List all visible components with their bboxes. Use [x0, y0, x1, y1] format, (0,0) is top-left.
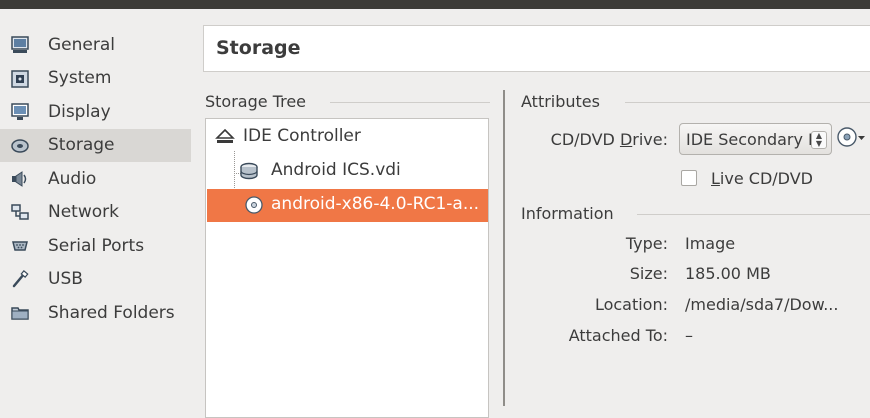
cd-drive-value: IDE Secondary Master [686, 130, 814, 149]
nav-item-label: Display [48, 101, 111, 122]
nav-item-label: Storage [48, 135, 115, 156]
hard-disk-icon [240, 162, 258, 180]
serial-port-icon [12, 241, 28, 251]
chip-icon [11, 69, 29, 88]
nav-item-storage[interactable]: Storage [0, 128, 191, 162]
nav-item-label: Network [48, 202, 119, 223]
tree-item-label: android-x86-4.0-RC1-a... [271, 194, 480, 214]
info-attached-value: – [685, 326, 693, 345]
folder-icon [11, 307, 29, 320]
storage-tree-title: Storage Tree [205, 92, 307, 111]
tree-item-vdi[interactable]: Android ICS.vdi [207, 155, 488, 188]
spin-arrows-icon: ▲ ▼ [811, 131, 827, 149]
controller-icon [215, 128, 235, 143]
information-title: Information [521, 204, 614, 223]
choose-disc-button[interactable] [836, 124, 866, 152]
nav-item-label: General [48, 34, 115, 55]
nav-item-network[interactable]: Network [0, 196, 191, 230]
usb-icon [12, 269, 29, 287]
group-divider [637, 214, 870, 215]
live-cd-checkbox[interactable] [681, 170, 697, 186]
optical-disc-icon [245, 196, 263, 214]
panel-splitter[interactable] [503, 90, 505, 406]
nav-item-display[interactable]: Display [0, 95, 191, 129]
nav-item-label: Shared Folders [48, 302, 175, 323]
info-type-value: Image [685, 234, 736, 253]
tree-item-label: Android ICS.vdi [271, 160, 401, 180]
disk-icon [11, 138, 29, 153]
window-top-bar [0, 0, 870, 9]
nav-item-usb[interactable]: USB [0, 263, 191, 297]
storage-tree[interactable]: IDE Controller Android ICS.vdi android-x… [205, 118, 489, 418]
monitor-icon [11, 36, 29, 53]
tree-item-ide-controller[interactable]: IDE Controller [207, 121, 488, 154]
info-type-label: Type: [625, 234, 668, 253]
group-divider [330, 102, 490, 103]
page-header: Storage [203, 25, 870, 72]
speaker-icon [12, 171, 27, 187]
tree-item-label: IDE Controller [243, 126, 361, 146]
attributes-title: Attributes [521, 92, 600, 111]
nav-item-system[interactable]: System [0, 62, 191, 96]
info-size-label: Size: [629, 264, 668, 283]
settings-nav: General System Display Storage Audio Net… [0, 28, 191, 330]
info-size-value: 185.00 MB [685, 264, 771, 283]
nav-item-shared-folders[interactable]: Shared Folders [0, 296, 191, 330]
info-attached-label: Attached To: [568, 326, 668, 345]
nav-item-general[interactable]: General [0, 28, 191, 62]
live-cd-label[interactable]: Live CD/DVD [711, 169, 813, 188]
display-icon [11, 103, 29, 120]
network-icon [11, 203, 29, 220]
cd-drive-label: CD/DVD Drive: [550, 130, 668, 149]
nav-item-label: USB [48, 269, 83, 290]
cd-drive-select[interactable]: IDE Secondary Master ▲▼ [679, 123, 832, 155]
nav-item-label: Serial Ports [48, 235, 145, 256]
nav-item-audio[interactable]: Audio [0, 162, 191, 196]
tree-item-iso[interactable]: android-x86-4.0-RC1-a... [207, 189, 488, 222]
info-location-label: Location: [594, 295, 668, 314]
nav-item-label: Audio [48, 168, 97, 189]
info-location-value: /media/sda7/Dow... [685, 295, 839, 314]
nav-item-label: System [48, 68, 112, 89]
group-divider [625, 102, 870, 103]
nav-item-serial-ports[interactable]: Serial Ports [0, 229, 191, 263]
page-title: Storage [216, 37, 301, 59]
